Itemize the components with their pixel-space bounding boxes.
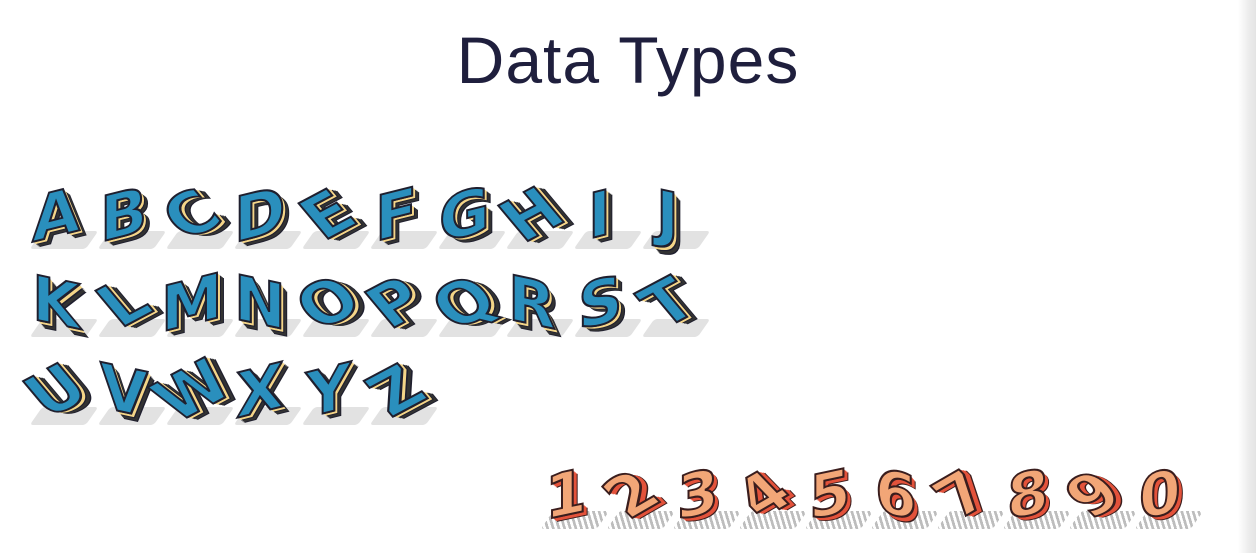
letter-d: D xyxy=(226,171,303,259)
letter-u: U xyxy=(8,349,102,432)
letter-char: F xyxy=(374,172,418,258)
digit-char: 0 xyxy=(1138,455,1182,536)
digit-8: 8 xyxy=(995,455,1072,536)
letter-char: K xyxy=(31,260,81,345)
letter-j: J xyxy=(634,175,711,255)
digit-0: 0 xyxy=(1127,455,1204,536)
letter-i: I xyxy=(566,174,643,255)
letter-h: H xyxy=(484,173,580,257)
digit-5: 5 xyxy=(797,455,874,536)
digit-char: 5 xyxy=(808,455,852,536)
letter-z: Z xyxy=(351,350,441,431)
letter-char: A xyxy=(31,171,81,258)
digit-char: 7 xyxy=(918,458,1006,533)
letter-c: C xyxy=(147,174,237,255)
letter-char: I xyxy=(587,174,612,255)
letter-char: D xyxy=(233,171,286,259)
digit-1: 1 xyxy=(533,455,610,536)
digit-char: 2 xyxy=(588,458,676,533)
letter-char: E xyxy=(284,175,371,254)
letter-w: W xyxy=(137,345,247,436)
digit-2: 2 xyxy=(588,455,676,535)
letter-f: F xyxy=(362,172,439,258)
letter-a: A xyxy=(22,171,99,258)
letter-char: Z xyxy=(351,350,441,430)
numbers-illustration: 1 2 3 4 5 6 7 8 9 0 xyxy=(533,455,1204,536)
letter-char: X xyxy=(235,347,285,434)
letter-k: K xyxy=(22,260,99,345)
letter-char: G xyxy=(438,171,491,259)
letter-char: T xyxy=(624,263,711,342)
letter-r: R xyxy=(498,260,575,345)
letter-char: J xyxy=(655,175,680,255)
letter-q: Q xyxy=(415,261,512,345)
letter-e: E xyxy=(284,175,371,255)
digit-6: 6 xyxy=(863,455,940,536)
letters-illustration: A B C D E F G H I J K L M N O P Q R S T … xyxy=(8,171,711,439)
digit-9: 9 xyxy=(1050,455,1138,535)
letter-row-1: A B C D E F G H I J xyxy=(22,171,711,263)
letter-y: Y xyxy=(294,347,371,434)
digit-7: 7 xyxy=(918,455,1006,535)
letter-row-2: K L M N O P Q R S T xyxy=(22,257,711,351)
letter-x: X xyxy=(226,347,303,434)
letter-n: N xyxy=(226,259,303,346)
letter-char: S xyxy=(577,259,624,345)
digit-char: 4 xyxy=(720,458,808,533)
letter-char: B xyxy=(99,171,148,258)
letter-row-3: U V W X Y Z xyxy=(8,345,702,439)
digit-char: 8 xyxy=(1006,455,1050,536)
letter-g: G xyxy=(430,171,507,259)
letter-char: N xyxy=(233,259,287,345)
digit-char: 6 xyxy=(874,455,918,536)
letter-b: B xyxy=(90,171,167,258)
letter-p: P xyxy=(351,262,441,343)
digit-4: 4 xyxy=(720,455,808,535)
digit-3: 3 xyxy=(665,455,742,536)
letter-o: O xyxy=(279,261,376,345)
digit-char: 1 xyxy=(544,455,588,536)
page-title: Data Types xyxy=(456,23,800,97)
letter-char: R xyxy=(507,260,557,345)
letter-char: C xyxy=(147,174,237,255)
digit-char: 9 xyxy=(1050,458,1138,533)
letter-char: P xyxy=(351,262,441,343)
digit-char: 3 xyxy=(676,455,720,536)
letter-s: S xyxy=(566,259,643,346)
letter-l: L xyxy=(81,263,167,343)
letter-char: L xyxy=(81,264,166,342)
letter-char: M xyxy=(160,257,224,347)
letter-m: M xyxy=(158,257,235,348)
letter-char: Y xyxy=(305,347,352,433)
letter-t: T xyxy=(624,263,711,343)
letter-char: V xyxy=(99,348,149,433)
